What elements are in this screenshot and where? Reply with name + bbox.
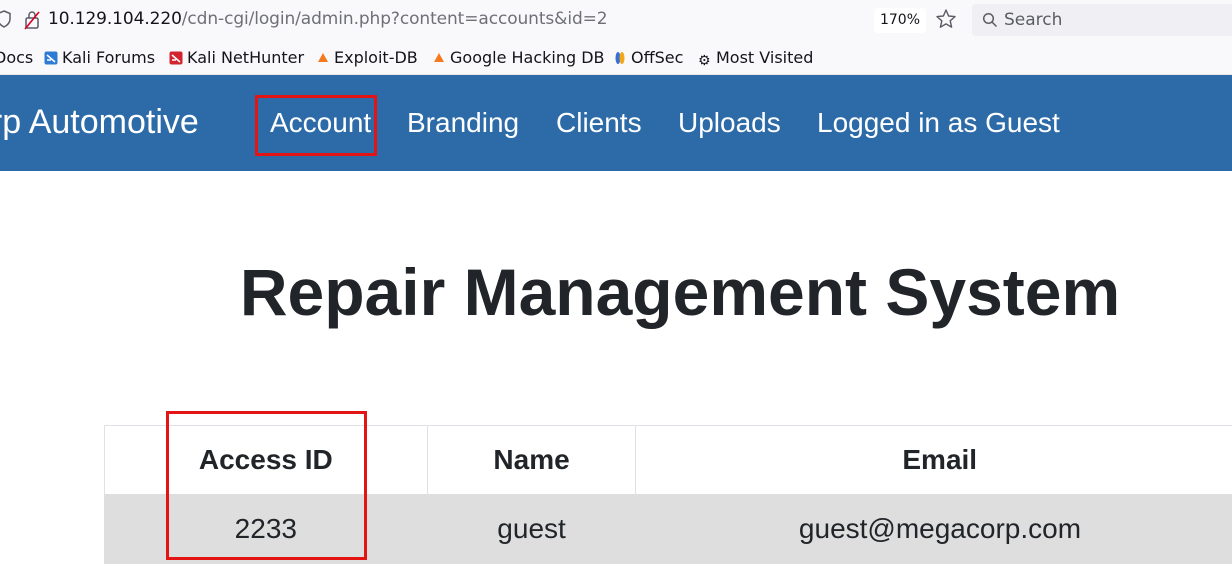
bookmark-label: Docs: [0, 48, 34, 67]
nav-branding[interactable]: Branding: [407, 107, 519, 139]
cell-email: guest@megacorp.com: [635, 493, 1232, 564]
url-host: 10.129.104.220: [48, 9, 182, 29]
url-field[interactable]: 10.129.104.220/cdn-cgi/login/admin.php?c…: [48, 9, 608, 29]
cell-name: guest: [426, 493, 636, 564]
search-placeholder: Search: [1004, 10, 1063, 30]
google-hacking-db-icon: [434, 53, 444, 62]
search-icon: [982, 12, 998, 28]
bookmark-label: Most Visited: [716, 48, 814, 67]
kali-forums-icon: [44, 51, 58, 65]
shield-icon[interactable]: [0, 10, 12, 28]
bookmark-offsec[interactable]: OffSec: [613, 48, 683, 68]
account-highlight-box: [255, 95, 377, 156]
access-id-highlight-box: [166, 411, 367, 560]
brand-name[interactable]: orp Automotive: [0, 103, 199, 142]
search-box[interactable]: Search: [972, 4, 1232, 36]
offsec-icon: [615, 52, 625, 64]
bookmark-most-visited[interactable]: ⚙ Most Visited: [698, 48, 813, 68]
url-path: /cdn-cgi/login/admin.php?content=account…: [181, 9, 608, 29]
bookmark-exploit-db[interactable]: Exploit-DB: [316, 48, 418, 68]
bookmark-label: Kali Forums: [62, 48, 156, 67]
page-title: Repair Management System: [239, 255, 1121, 329]
bookmarks-bar: Docs Kali Forums Kali NetHunter Exploit-…: [0, 40, 1232, 75]
bookmark-label: OffSec: [631, 48, 684, 67]
bookmark-label: Kali NetHunter: [187, 48, 305, 67]
bookmark-kali-nethunter[interactable]: Kali NetHunter: [169, 48, 304, 68]
bookmark-google-hacking-db[interactable]: Google Hacking DB: [432, 48, 605, 68]
exploit-db-icon: [318, 53, 328, 62]
kali-nethunter-icon: [169, 51, 183, 65]
nav-logged-in-user[interactable]: Logged in as Guest: [817, 107, 1060, 139]
bookmark-label: Google Hacking DB: [450, 48, 605, 67]
insecure-lock-icon[interactable]: [24, 10, 40, 30]
bookmark-docs[interactable]: Docs: [0, 48, 33, 68]
column-header-name: Name: [426, 425, 637, 494]
bookmark-star-icon[interactable]: [935, 8, 957, 30]
gear-icon: ⚙: [698, 53, 711, 69]
app-navbar: orp Automotive Account Branding Clients …: [0, 75, 1232, 171]
column-header-email: Email: [635, 425, 1232, 494]
bookmark-label: Exploit-DB: [334, 48, 418, 67]
zoom-level-badge[interactable]: 170%: [874, 8, 926, 33]
bookmark-kali-forums[interactable]: Kali Forums: [44, 48, 155, 68]
nav-clients[interactable]: Clients: [556, 107, 642, 139]
nav-uploads[interactable]: Uploads: [678, 107, 781, 139]
browser-url-bar[interactable]: 10.129.104.220/cdn-cgi/login/admin.php?c…: [0, 0, 1232, 40]
